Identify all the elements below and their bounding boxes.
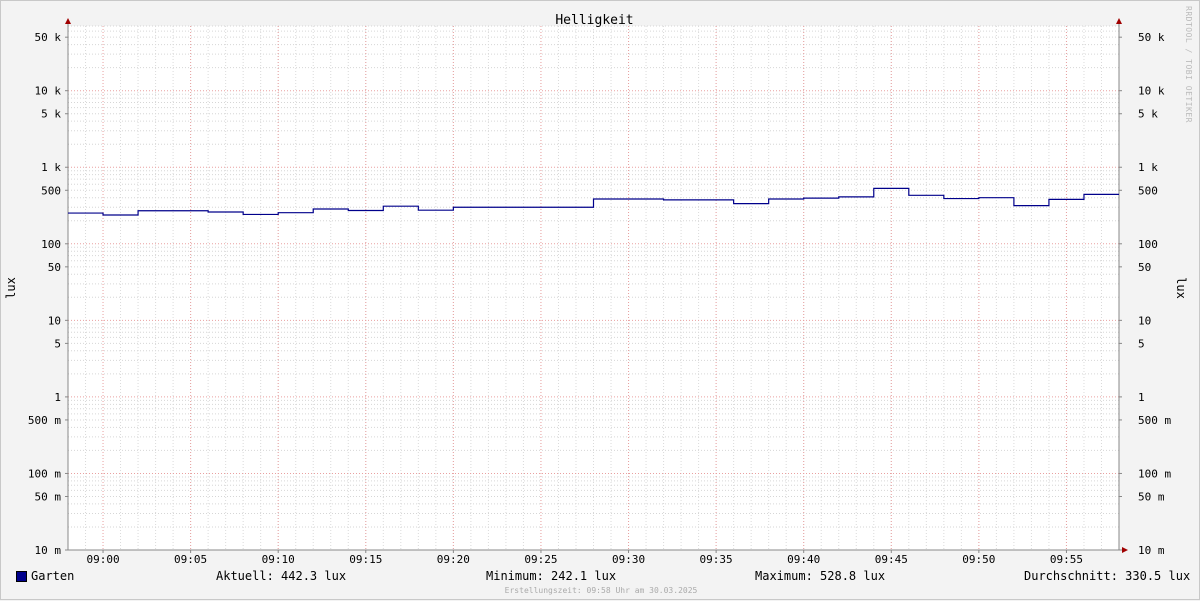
y-tick-label-right: 50 bbox=[1138, 261, 1151, 274]
x-tick-label: 09:00 bbox=[86, 553, 119, 566]
legend-swatch-garten bbox=[16, 571, 27, 582]
y-tick-label-left: 50 m bbox=[35, 490, 62, 503]
y-tick-label-left: 10 k bbox=[35, 85, 62, 98]
chart-frame: 50 k50 k10 k10 k5 k5 k1 k1 k500500100100… bbox=[0, 0, 1200, 600]
x-tick-label: 09:30 bbox=[612, 553, 645, 566]
y-axis-arrow-left bbox=[65, 18, 71, 24]
legend-aktuell: Aktuell: 442.3 lux bbox=[216, 569, 346, 583]
x-axis-arrow bbox=[1122, 547, 1128, 553]
x-tick-label: 09:05 bbox=[174, 553, 207, 566]
y-tick-label-right: 10 k bbox=[1138, 85, 1165, 98]
y-tick-label-right: 1 bbox=[1138, 391, 1145, 404]
legend-durchschnitt: Durchschnitt: 330.5 lux bbox=[1024, 569, 1190, 583]
y-tick-label-left: 50 k bbox=[35, 31, 62, 44]
legend-series-name: Garten bbox=[31, 569, 74, 583]
y-tick-label-right: 1 k bbox=[1138, 161, 1158, 174]
y-tick-label-right: 500 bbox=[1138, 184, 1158, 197]
y-axis-label-left: lux bbox=[4, 277, 18, 299]
x-tick-label: 09:15 bbox=[349, 553, 382, 566]
y-tick-label-right: 500 m bbox=[1138, 414, 1171, 427]
y-tick-label-left: 500 m bbox=[28, 414, 61, 427]
y-tick-label-right: 10 m bbox=[1138, 544, 1165, 557]
y-tick-label-right: 50 k bbox=[1138, 31, 1165, 44]
y-tick-label-right: 5 bbox=[1138, 337, 1145, 350]
x-tick-label: 09:45 bbox=[875, 553, 908, 566]
chart-svg: 50 k50 k10 k10 k5 k5 k1 k1 k500500100100… bbox=[1, 1, 1200, 601]
y-tick-label-left: 1 bbox=[54, 391, 61, 404]
x-tick-label: 09:55 bbox=[1050, 553, 1083, 566]
y-tick-label-right: 50 m bbox=[1138, 490, 1165, 503]
y-tick-label-left: 10 bbox=[48, 314, 61, 327]
x-tick-label: 09:35 bbox=[700, 553, 733, 566]
y-tick-label-left: 500 bbox=[41, 184, 61, 197]
x-tick-label: 09:25 bbox=[524, 553, 557, 566]
y-tick-label-right: 10 bbox=[1138, 314, 1151, 327]
vendor-watermark: RRDTOOL / TOBI OETIKER bbox=[1184, 6, 1193, 123]
x-tick-label: 09:40 bbox=[787, 553, 820, 566]
y-tick-label-right: 5 k bbox=[1138, 108, 1158, 121]
x-tick-label: 09:20 bbox=[437, 553, 470, 566]
y-tick-label-right: 100 bbox=[1138, 238, 1158, 251]
y-axis-label-right: lux bbox=[1174, 277, 1188, 299]
x-tick-label: 09:50 bbox=[962, 553, 995, 566]
footer-timestamp: Erstellungszeit: 09:58 Uhr am 30.03.2025 bbox=[1, 586, 1200, 595]
legend-minimum: Minimum: 242.1 lux bbox=[486, 569, 616, 583]
y-tick-label-left: 50 bbox=[48, 261, 61, 274]
y-tick-label-left: 100 m bbox=[28, 467, 61, 480]
y-tick-label-right: 100 m bbox=[1138, 467, 1171, 480]
x-tick-label: 09:10 bbox=[262, 553, 295, 566]
y-tick-label-left: 1 k bbox=[41, 161, 61, 174]
y-axis-arrow-right bbox=[1116, 18, 1122, 24]
legend-maximum: Maximum: 528.8 lux bbox=[755, 569, 885, 583]
chart-title: Helligkeit bbox=[555, 13, 633, 28]
y-tick-label-left: 100 bbox=[41, 238, 61, 251]
y-tick-label-left: 5 k bbox=[41, 108, 61, 121]
y-tick-label-left: 10 m bbox=[35, 544, 62, 557]
y-tick-label-left: 5 bbox=[54, 337, 61, 350]
